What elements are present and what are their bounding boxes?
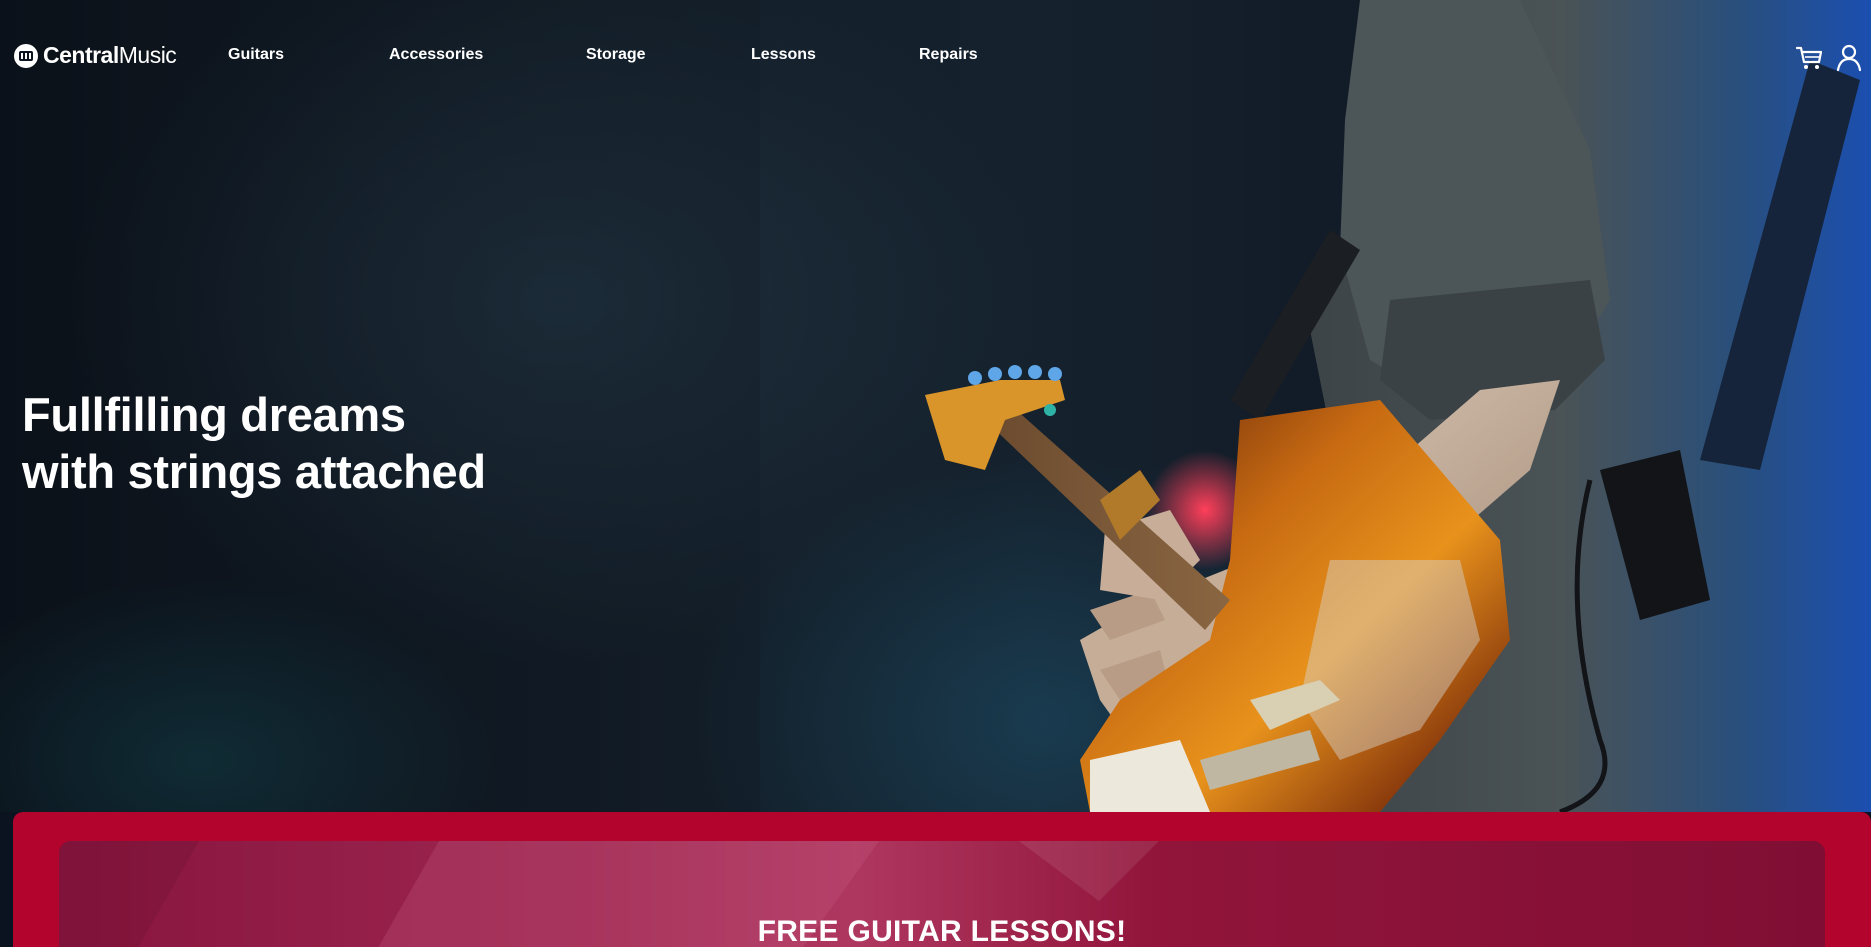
promo-title: FREE GUITAR LESSONS! — [757, 915, 1127, 947]
guitar-amp-logo-icon — [14, 43, 38, 68]
brand-name-light: Music — [118, 42, 177, 68]
promo-banner: FREE GUITAR LESSONS! — [13, 812, 1871, 947]
nav-link-storage[interactable]: Storage — [586, 46, 646, 64]
nav-link-repairs[interactable]: Repairs — [919, 46, 978, 64]
free-lessons-card[interactable]: FREE GUITAR LESSONS! — [59, 841, 1825, 947]
brand-name-bold: Central — [43, 42, 119, 68]
brand-logo[interactable]: CentralMusic — [13, 42, 177, 69]
user-icon[interactable] — [1834, 42, 1864, 72]
nav-link-guitars[interactable]: Guitars — [228, 46, 284, 64]
hero-section: CentralMusic Guitars Accessories Storage… — [0, 0, 1871, 812]
cart-icon[interactable] — [1794, 42, 1824, 72]
main-navigation: CentralMusic Guitars Accessories Storage… — [0, 0, 1871, 112]
landing-page: CentralMusic Guitars Accessories Storage… — [0, 0, 1871, 947]
brand-name: CentralMusic — [43, 42, 177, 69]
nav-link-accessories[interactable]: Accessories — [389, 46, 483, 64]
nav-link-lessons[interactable]: Lessons — [751, 46, 816, 64]
hero-headline: Fullfilling dreams with strings attached — [22, 388, 486, 498]
